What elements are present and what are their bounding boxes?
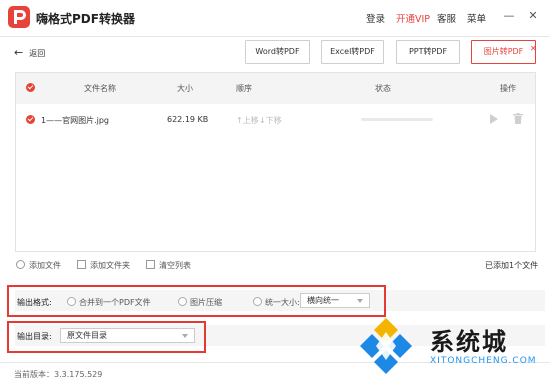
watermark-url: XITONGCHENG.COM (430, 356, 537, 366)
uniform-size-select[interactable]: 横向统一 (300, 293, 370, 308)
service-link[interactable]: 客服 (437, 11, 456, 25)
file-count-status: 已添加1个文件 (485, 261, 539, 270)
move-up-label: 上移 (242, 116, 259, 125)
app-logo (8, 6, 30, 28)
menu-link[interactable]: 菜单 (467, 11, 486, 25)
tab-excel-to-pdf[interactable]: Excel转PDF (321, 40, 384, 64)
header-action: 操作 (500, 84, 516, 93)
file-table (15, 72, 536, 252)
header-size: 大小 (177, 84, 193, 93)
tab-image-to-pdf[interactable]: 图片转PDF (471, 40, 536, 64)
select-all-checkbox[interactable] (26, 83, 35, 92)
uniform-size-radio[interactable] (253, 297, 262, 306)
chevron-down-icon (357, 299, 363, 303)
folder-icon (77, 260, 86, 269)
move-down-label: 下移 (265, 116, 282, 125)
row-checkbox[interactable] (26, 115, 35, 124)
arrow-up-icon: ↑ (236, 116, 243, 125)
divider (0, 36, 550, 37)
tab-close-icon[interactable]: ✕ (530, 44, 540, 54)
row-file-name: 1——官网图片.jpg (41, 116, 110, 125)
clear-list-button[interactable]: 清空列表 (146, 260, 191, 271)
back-button[interactable]: ← 返回 (14, 46, 45, 59)
clear-list-label: 清空列表 (159, 261, 191, 270)
header-status: 状态 (375, 84, 391, 93)
chevron-down-icon (182, 334, 188, 338)
back-label: 返回 (29, 49, 46, 58)
login-link[interactable]: 登录 (366, 11, 385, 25)
header-order: 顺序 (236, 84, 252, 93)
merge-pdf-label[interactable]: 合并到一个PDF文件 (79, 297, 151, 308)
minimize-icon[interactable]: — (502, 9, 516, 23)
close-icon[interactable]: ✕ (526, 9, 540, 23)
uniform-size-label[interactable]: 统一大小: (265, 297, 300, 308)
add-file-button[interactable]: 添加文件 (16, 260, 61, 271)
uniform-size-value: 横向统一 (307, 296, 339, 305)
add-folder-label: 添加文件夹 (90, 261, 130, 270)
move-down-button[interactable]: ↓下移 (259, 115, 282, 126)
watermark-logo (356, 316, 416, 376)
trash-icon[interactable] (513, 113, 523, 126)
play-icon[interactable] (489, 114, 498, 126)
watermark-text: 系统城 (430, 328, 508, 356)
arrow-down-icon: ↓ (259, 116, 266, 125)
header-name: 文件名称 (84, 84, 116, 93)
output-dir-select[interactable]: 原文件目录 (60, 328, 195, 343)
vip-link[interactable]: 开通VIP (396, 11, 430, 25)
add-file-label: 添加文件 (29, 261, 61, 270)
conversion-progress-bar (361, 118, 433, 121)
output-format-label: 输出格式: (17, 298, 52, 307)
add-circle-icon (16, 260, 25, 269)
add-folder-button[interactable]: 添加文件夹 (77, 260, 130, 271)
back-arrow-icon: ← (14, 46, 24, 59)
image-compress-label[interactable]: 图片压缩 (190, 297, 222, 308)
tab-word-to-pdf[interactable]: Word转PDF (245, 40, 310, 64)
merge-pdf-radio[interactable] (67, 297, 76, 306)
output-dir-value: 原文件目录 (67, 331, 107, 340)
move-up-button[interactable]: ↑上移 (236, 115, 259, 126)
image-compress-radio[interactable] (178, 297, 187, 306)
trash-icon (146, 260, 155, 269)
version-text: 当前版本：3.3.175.529 (14, 370, 103, 379)
app-title: 嗨格式PDF转换器 (36, 12, 135, 26)
tab-ppt-to-pdf[interactable]: PPT转PDF (396, 40, 460, 64)
output-dir-label: 输出目录: (17, 332, 52, 341)
row-file-size: 622.19 KB (167, 115, 209, 124)
